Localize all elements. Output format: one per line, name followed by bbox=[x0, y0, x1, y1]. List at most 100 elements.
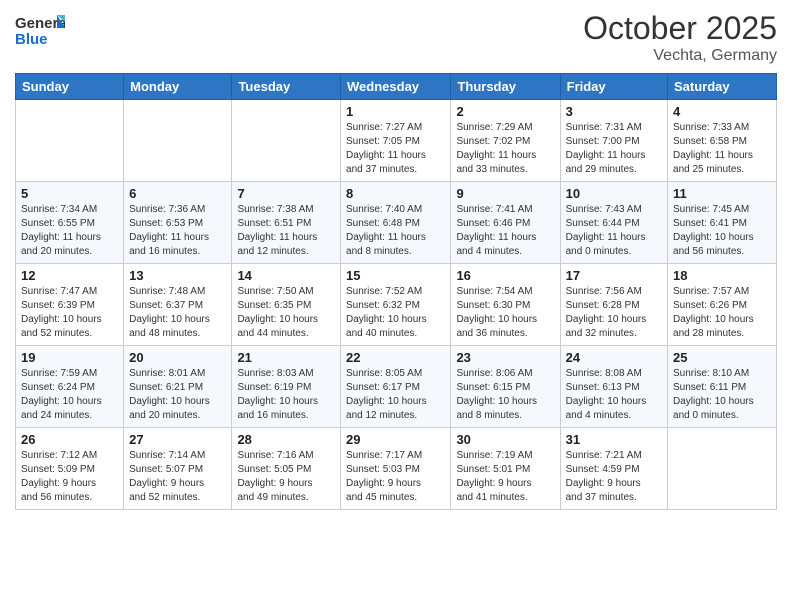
table-cell: 7 Sunrise: 7:38 AMSunset: 6:51 PMDaylight… bbox=[232, 182, 341, 264]
day-number: 15 bbox=[346, 268, 445, 283]
day-number: 22 bbox=[346, 350, 445, 365]
day-number: 6 bbox=[129, 186, 226, 201]
day-info: Sunrise: 7:38 AMSunset: 6:51 PMDaylight:… bbox=[237, 203, 335, 259]
day-info: Sunrise: 7:29 AMSunset: 7:02 PMDaylight:… bbox=[456, 121, 554, 177]
day-info: Sunrise: 7:47 AMSunset: 6:39 PMDaylight:… bbox=[21, 285, 118, 341]
table-cell: 14 Sunrise: 7:50 AMSunset: 6:35 PMDayligh… bbox=[232, 264, 341, 346]
table-cell: 21 Sunrise: 8:03 AMSunset: 6:19 PMDayligh… bbox=[232, 346, 341, 428]
header-friday: Friday bbox=[560, 74, 667, 100]
table-cell: 8 Sunrise: 7:40 AMSunset: 6:48 PMDaylight… bbox=[341, 182, 451, 264]
day-info: Sunrise: 7:59 AMSunset: 6:24 PMDaylight:… bbox=[21, 367, 118, 423]
day-info: Sunrise: 8:05 AMSunset: 6:17 PMDaylight:… bbox=[346, 367, 445, 423]
table-cell bbox=[16, 100, 124, 182]
table-cell bbox=[232, 100, 341, 182]
table-cell: 18Sunrise: 7:57 AMSunset: 6:26 PMDayligh… bbox=[668, 264, 777, 346]
table-cell: 29 Sunrise: 7:17 AMSunset: 5:03 PMDayligh… bbox=[341, 428, 451, 510]
day-number: 16 bbox=[456, 268, 554, 283]
table-cell: 16 Sunrise: 7:54 AMSunset: 6:30 PMDayligh… bbox=[451, 264, 560, 346]
day-number: 21 bbox=[237, 350, 335, 365]
header-thursday: Thursday bbox=[451, 74, 560, 100]
day-info: Sunrise: 7:52 AMSunset: 6:32 PMDaylight:… bbox=[346, 285, 445, 341]
day-number: 8 bbox=[346, 186, 445, 201]
day-info: Sunrise: 7:50 AMSunset: 6:35 PMDaylight:… bbox=[237, 285, 335, 341]
day-number: 27 bbox=[129, 432, 226, 447]
table-cell: 19Sunrise: 7:59 AMSunset: 6:24 PMDayligh… bbox=[16, 346, 124, 428]
day-info: Sunrise: 8:01 AMSunset: 6:21 PMDaylight:… bbox=[129, 367, 226, 423]
weekday-header-row: Sunday Monday Tuesday Wednesday Thursday… bbox=[16, 74, 777, 100]
table-cell: 24 Sunrise: 8:08 AMSunset: 6:13 PMDayligh… bbox=[560, 346, 667, 428]
day-info: Sunrise: 7:41 AMSunset: 6:46 PMDaylight:… bbox=[456, 203, 554, 259]
header-monday: Monday bbox=[124, 74, 232, 100]
title-block: October 2025 Vechta, Germany bbox=[583, 10, 777, 65]
day-info: Sunrise: 8:06 AMSunset: 6:15 PMDaylight:… bbox=[456, 367, 554, 423]
table-cell: 6 Sunrise: 7:36 AMSunset: 6:53 PMDaylight… bbox=[124, 182, 232, 264]
header-saturday: Saturday bbox=[668, 74, 777, 100]
day-number: 1 bbox=[346, 104, 445, 119]
table-cell: 12Sunrise: 7:47 AMSunset: 6:39 PMDayligh… bbox=[16, 264, 124, 346]
table-cell: 1Sunrise: 7:27 AMSunset: 7:05 PMDaylight… bbox=[341, 100, 451, 182]
day-info: Sunrise: 8:03 AMSunset: 6:19 PMDaylight:… bbox=[237, 367, 335, 423]
header-tuesday: Tuesday bbox=[232, 74, 341, 100]
table-cell: 9 Sunrise: 7:41 AMSunset: 6:46 PMDaylight… bbox=[451, 182, 560, 264]
day-info: Sunrise: 7:43 AMSunset: 6:44 PMDaylight:… bbox=[566, 203, 662, 259]
table-cell: 3Sunrise: 7:31 AMSunset: 7:00 PMDaylight… bbox=[560, 100, 667, 182]
day-number: 7 bbox=[237, 186, 335, 201]
day-number: 17 bbox=[566, 268, 662, 283]
table-cell: 13 Sunrise: 7:48 AMSunset: 6:37 PMDayligh… bbox=[124, 264, 232, 346]
day-number: 4 bbox=[673, 104, 771, 119]
week-row-4: 19Sunrise: 7:59 AMSunset: 6:24 PMDayligh… bbox=[16, 346, 777, 428]
location-subtitle: Vechta, Germany bbox=[583, 47, 777, 65]
day-info: Sunrise: 8:08 AMSunset: 6:13 PMDaylight:… bbox=[566, 367, 662, 423]
day-number: 29 bbox=[346, 432, 445, 447]
table-cell: 2 Sunrise: 7:29 AMSunset: 7:02 PMDaylight… bbox=[451, 100, 560, 182]
day-info: Sunrise: 8:10 AMSunset: 6:11 PMDaylight:… bbox=[673, 367, 771, 423]
day-number: 30 bbox=[456, 432, 554, 447]
day-number: 24 bbox=[566, 350, 662, 365]
day-info: Sunrise: 7:17 AMSunset: 5:03 PMDaylight:… bbox=[346, 449, 445, 505]
week-row-5: 26 Sunrise: 7:12 AMSunset: 5:09 PMDayligh… bbox=[16, 428, 777, 510]
day-number: 14 bbox=[237, 268, 335, 283]
table-cell: 27Sunrise: 7:14 AMSunset: 5:07 PMDayligh… bbox=[124, 428, 232, 510]
day-info: Sunrise: 7:48 AMSunset: 6:37 PMDaylight:… bbox=[129, 285, 226, 341]
table-cell bbox=[124, 100, 232, 182]
table-cell: 10 Sunrise: 7:43 AMSunset: 6:44 PMDayligh… bbox=[560, 182, 667, 264]
day-info: Sunrise: 7:33 AMSunset: 6:58 PMDaylight:… bbox=[673, 121, 771, 177]
table-cell bbox=[668, 428, 777, 510]
day-number: 28 bbox=[237, 432, 335, 447]
day-number: 20 bbox=[129, 350, 226, 365]
table-cell: 15 Sunrise: 7:52 AMSunset: 6:32 PMDayligh… bbox=[341, 264, 451, 346]
table-cell: 4 Sunrise: 7:33 AMSunset: 6:58 PMDaylight… bbox=[668, 100, 777, 182]
day-info: Sunrise: 7:36 AMSunset: 6:53 PMDaylight:… bbox=[129, 203, 226, 259]
day-number: 26 bbox=[21, 432, 118, 447]
day-info: Sunrise: 7:56 AMSunset: 6:28 PMDaylight:… bbox=[566, 285, 662, 341]
week-row-3: 12Sunrise: 7:47 AMSunset: 6:39 PMDayligh… bbox=[16, 264, 777, 346]
month-title: October 2025 bbox=[583, 10, 777, 47]
logo: General Blue bbox=[15, 10, 65, 55]
day-info: Sunrise: 7:45 AMSunset: 6:41 PMDaylight:… bbox=[673, 203, 771, 259]
table-cell: 17 Sunrise: 7:56 AMSunset: 6:28 PMDayligh… bbox=[560, 264, 667, 346]
day-info: Sunrise: 7:54 AMSunset: 6:30 PMDaylight:… bbox=[456, 285, 554, 341]
day-number: 10 bbox=[566, 186, 662, 201]
week-row-2: 5Sunrise: 7:34 AMSunset: 6:55 PMDaylight… bbox=[16, 182, 777, 264]
day-info: Sunrise: 7:12 AMSunset: 5:09 PMDaylight:… bbox=[21, 449, 118, 505]
week-row-1: 1Sunrise: 7:27 AMSunset: 7:05 PMDaylight… bbox=[16, 100, 777, 182]
table-cell: 11 Sunrise: 7:45 AMSunset: 6:41 PMDayligh… bbox=[668, 182, 777, 264]
calendar: Sunday Monday Tuesday Wednesday Thursday… bbox=[15, 73, 777, 510]
table-cell: 20 Sunrise: 8:01 AMSunset: 6:21 PMDayligh… bbox=[124, 346, 232, 428]
day-number: 9 bbox=[456, 186, 554, 201]
day-number: 23 bbox=[456, 350, 554, 365]
day-number: 31 bbox=[566, 432, 662, 447]
table-cell: 23 Sunrise: 8:06 AMSunset: 6:15 PMDayligh… bbox=[451, 346, 560, 428]
day-number: 13 bbox=[129, 268, 226, 283]
day-number: 2 bbox=[456, 104, 554, 119]
day-info: Sunrise: 7:57 AMSunset: 6:26 PMDaylight:… bbox=[673, 285, 771, 341]
table-cell: 31Sunrise: 7:21 AMSunset: 4:59 PMDayligh… bbox=[560, 428, 667, 510]
page-container: General Blue October 2025 Vechta, German… bbox=[0, 0, 792, 520]
logo-image: General Blue bbox=[15, 10, 65, 55]
day-number: 5 bbox=[21, 186, 118, 201]
day-number: 11 bbox=[673, 186, 771, 201]
table-cell: 28Sunrise: 7:16 AMSunset: 5:05 PMDayligh… bbox=[232, 428, 341, 510]
table-cell: 26 Sunrise: 7:12 AMSunset: 5:09 PMDayligh… bbox=[16, 428, 124, 510]
day-info: Sunrise: 7:40 AMSunset: 6:48 PMDaylight:… bbox=[346, 203, 445, 259]
table-cell: 25Sunrise: 8:10 AMSunset: 6:11 PMDayligh… bbox=[668, 346, 777, 428]
